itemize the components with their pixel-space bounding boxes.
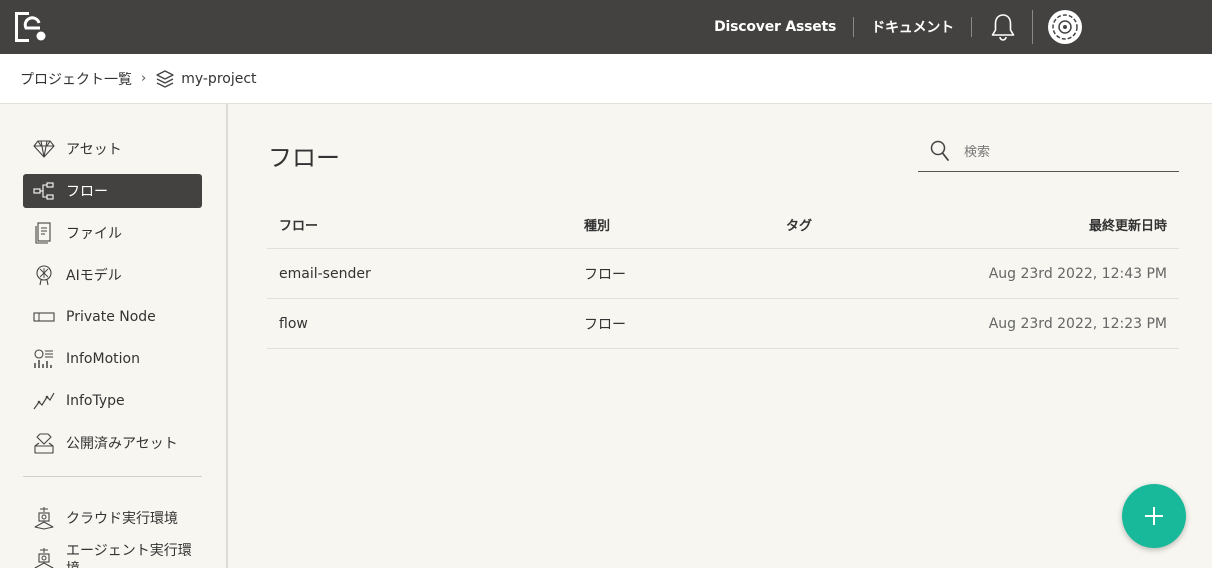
notification-bell-icon[interactable]: [989, 12, 1017, 42]
flow-updated: Aug 23rd 2022, 12:23 PM: [988, 315, 1167, 332]
sidebar: アセット フロー ファイル AIモデル Private Node InfoMot…: [0, 104, 228, 568]
search-box[interactable]: [918, 134, 1179, 172]
sidebar-item-label: AIモデル: [66, 268, 122, 284]
diamond-icon: [33, 138, 55, 160]
sidebar-item-files[interactable]: ファイル: [23, 216, 202, 250]
sidebar-item-agent-runtime[interactable]: エージェント実行環境: [23, 540, 202, 568]
sidebar-item-infotype[interactable]: InfoType: [23, 384, 202, 418]
table-row[interactable]: flow フロー Aug 23rd 2022, 12:23 PM: [267, 299, 1179, 349]
cloud-runtime-icon: [33, 507, 55, 530]
sidebar-item-infomotion[interactable]: InfoMotion: [23, 342, 202, 376]
top-bar: Discover Assets ドキュメント: [0, 0, 1212, 54]
add-flow-button[interactable]: [1122, 484, 1186, 548]
column-header-flow[interactable]: フロー: [279, 215, 318, 234]
ai-model-icon: [33, 264, 55, 286]
infomotion-icon: [33, 348, 55, 370]
node-icon: [33, 306, 55, 328]
sidebar-item-published-assets[interactable]: 公開済みアセット: [23, 426, 202, 460]
sidebar-divider: [23, 476, 202, 477]
sidebar-item-label: クラウド実行環境: [66, 511, 178, 527]
breadcrumb-separator: ›: [141, 71, 147, 86]
table-row[interactable]: email-sender フロー Aug 23rd 2022, 12:43 PM: [267, 249, 1179, 299]
column-header-type[interactable]: 種別: [584, 215, 610, 234]
top-nav: Discover Assets ドキュメント: [714, 0, 1212, 54]
divider: [971, 17, 972, 37]
divider: [1032, 10, 1033, 44]
sidebar-item-private-node[interactable]: Private Node: [23, 300, 202, 334]
discover-assets-link[interactable]: Discover Assets: [714, 19, 836, 35]
column-header-tag[interactable]: タグ: [786, 215, 812, 234]
sidebar-item-label: Private Node: [66, 309, 156, 325]
file-icon: [33, 222, 55, 244]
flow-name[interactable]: flow: [279, 316, 308, 332]
sidebar-item-flow[interactable]: フロー: [23, 174, 202, 208]
sidebar-item-label: エージェント実行環境: [66, 543, 192, 568]
breadcrumb-current-project[interactable]: my-project: [181, 71, 256, 87]
search-input[interactable]: [964, 145, 1164, 160]
avatar[interactable]: [1048, 10, 1082, 44]
agent-runtime-icon: [33, 548, 55, 568]
flow-updated: Aug 23rd 2022, 12:43 PM: [988, 265, 1167, 282]
layers-icon: [155, 69, 175, 89]
column-header-updated[interactable]: 最終更新日時: [1089, 215, 1167, 234]
divider: [853, 17, 855, 37]
sidebar-item-label: InfoType: [66, 393, 125, 409]
sidebar-item-label: 公開済みアセット: [66, 436, 178, 452]
sidebar-item-ai-models[interactable]: AIモデル: [23, 258, 202, 292]
flow-name[interactable]: email-sender: [279, 266, 371, 282]
infotype-icon: [33, 390, 55, 412]
app-logo-icon[interactable]: [14, 11, 48, 43]
sidebar-item-assets[interactable]: アセット: [23, 132, 202, 166]
sidebar-item-label: フロー: [66, 184, 108, 200]
sidebar-item-label: アセット: [66, 142, 122, 158]
documents-link[interactable]: ドキュメント: [871, 17, 954, 37]
table-header: フロー 種別 タグ 最終更新日時: [267, 200, 1179, 249]
breadcrumb: プロジェクト一覧 › my-project: [0, 54, 1212, 104]
sidebar-item-label: InfoMotion: [66, 351, 140, 367]
flow-type: フロー: [584, 316, 626, 333]
flow-type: フロー: [584, 266, 626, 283]
page-title: フロー: [268, 144, 340, 172]
plus-icon: [1145, 507, 1163, 525]
sidebar-item-cloud-runtime[interactable]: クラウド実行環境: [23, 501, 202, 535]
breadcrumb-project-list[interactable]: プロジェクト一覧: [20, 69, 132, 89]
flow-table: フロー 種別 タグ 最終更新日時 email-sender フロー Aug 23…: [267, 200, 1179, 349]
flow-icon: [33, 180, 55, 202]
main-content: フロー フロー 種別 タグ 最終更新日時 email-sender フロー Au…: [230, 104, 1212, 568]
published-asset-icon: [33, 432, 55, 454]
sidebar-item-label: ファイル: [66, 226, 122, 242]
search-icon[interactable]: [930, 140, 950, 166]
